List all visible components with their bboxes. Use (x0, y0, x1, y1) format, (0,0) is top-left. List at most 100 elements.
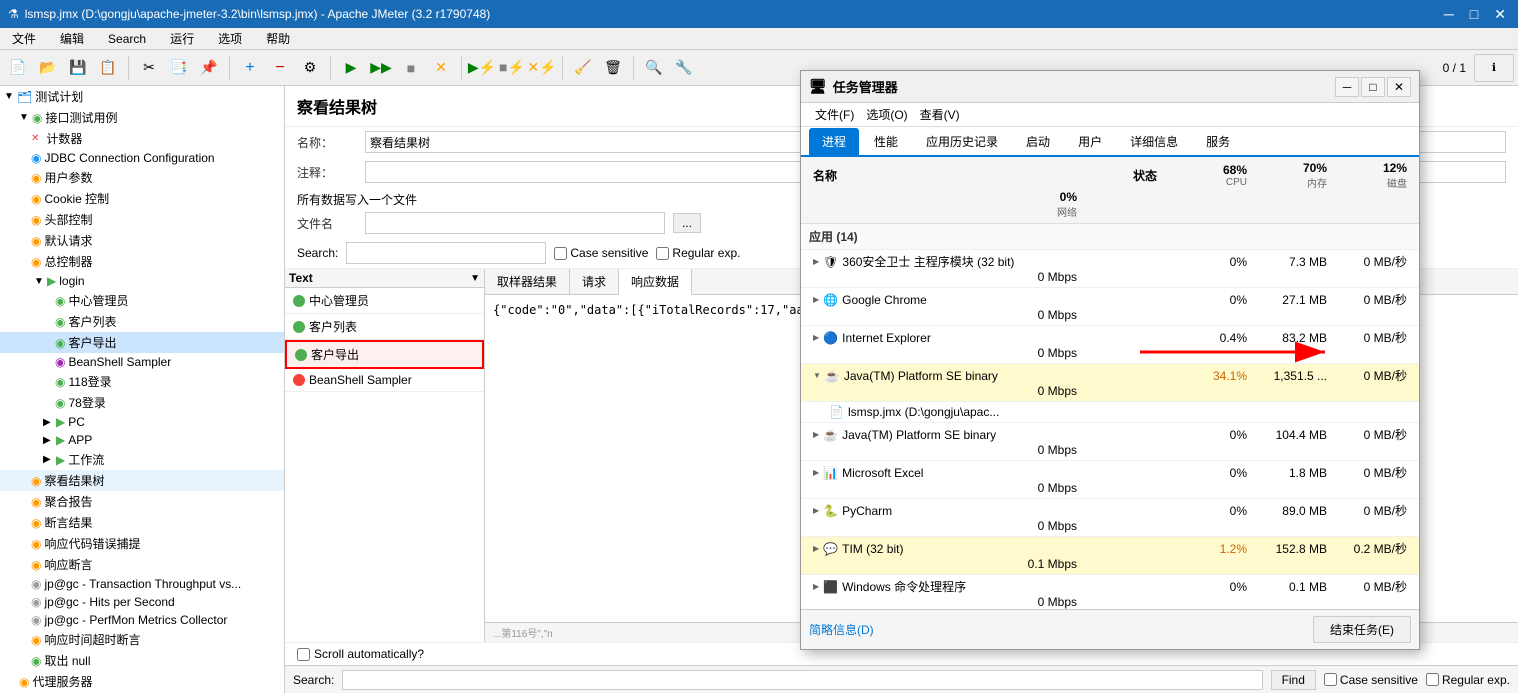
tm-tab-history[interactable]: 应用历史记录 (913, 128, 1011, 155)
counter-info-button[interactable]: ℹ (1474, 54, 1514, 82)
tm-tab-perf[interactable]: 性能 (861, 128, 911, 155)
tm-tab-details[interactable]: 详细信息 (1117, 128, 1191, 155)
result-item-admin[interactable]: 中心管理员 (285, 288, 484, 314)
expand-arrow-pc[interactable]: ▶ (43, 417, 53, 428)
browse-button[interactable]: 🔍 (640, 54, 668, 82)
tree-item-admin[interactable]: ◉ 中心管理员 (0, 290, 284, 311)
tab-sampler-result[interactable]: 取样器结果 (485, 269, 570, 294)
find-button[interactable]: Find (1271, 670, 1316, 690)
tree-item-proxy[interactable]: ◉ 代理服务器 (0, 671, 284, 692)
tree-item-root[interactable]: ▼ 🗂 测试计划 (0, 86, 284, 107)
menu-help[interactable]: 帮助 (262, 30, 294, 47)
add-button[interactable]: + (236, 54, 264, 82)
tree-item-total-ctrl[interactable]: ◉ 总控制器 (0, 251, 284, 272)
case-sensitive-checkbox[interactable] (554, 247, 567, 260)
tree-item-client-list[interactable]: ◉ 客户列表 (0, 311, 284, 332)
tm-row-cmd[interactable]: ▶⬛Windows 命令处理程序 0% 0.1 MB 0 MB/秒 0 Mbps (801, 575, 1419, 609)
paste-button[interactable]: 📌 (195, 54, 223, 82)
tm-menu-file[interactable]: 文件(F) (809, 106, 860, 123)
tm-row-java2[interactable]: ▶☕Java(TM) Platform SE binary 0% 104.4 M… (801, 423, 1419, 461)
regular-exp-checkbox[interactable] (656, 247, 669, 260)
tm-header-network[interactable]: 0% 网络 (809, 190, 1081, 219)
tm-row-pycharm[interactable]: ▶🐍PyCharm 0% 89.0 MB 0 MB/秒 0 Mbps (801, 499, 1419, 537)
tree-item-view-result[interactable]: ◉ 察看结果树 (0, 470, 284, 491)
tree-item-cookie[interactable]: ◉ Cookie 控制 (0, 188, 284, 209)
clear-all-button[interactable]: 🗑 (599, 54, 627, 82)
start-no-pause-button[interactable]: ▶▶ (367, 54, 395, 82)
tree-item-user-param[interactable]: ◉ 用户参数 (0, 167, 284, 188)
tm-menu-options[interactable]: 选项(O) (860, 106, 913, 123)
tm-summary-link[interactable]: 简略信息(D) (809, 621, 874, 638)
tree-item-client-export[interactable]: ◉ 客户导出 (0, 332, 284, 353)
start-button[interactable]: ▶ (337, 54, 365, 82)
case-sensitive-check[interactable]: Case sensitive (554, 246, 648, 260)
shutdown-button[interactable]: ✕ (427, 54, 455, 82)
menu-run[interactable]: 运行 (166, 30, 198, 47)
expand-arrow-interface[interactable]: ▼ (19, 112, 29, 123)
expand-arrow-root[interactable]: ▼ (4, 91, 14, 102)
column-dropdown-icon[interactable]: ▼ (470, 273, 480, 284)
tree-item-resp-time[interactable]: ◉ 响应时间超时断言 (0, 629, 284, 650)
tree-item-login[interactable]: ▼ ▶ login (0, 272, 284, 290)
cut-button[interactable]: ✂ (135, 54, 163, 82)
open-button[interactable]: 📂 (34, 54, 62, 82)
tree-item-app[interactable]: ▶ ▶ APP (0, 431, 284, 449)
tree-item-counter[interactable]: ✕ 计数器 (0, 128, 284, 149)
tree-item-workflow[interactable]: ▶ ▶ 工作流 (0, 449, 284, 470)
menu-options[interactable]: 选项 (214, 30, 246, 47)
tree-item-trans-throughput[interactable]: ◉ jp@gc - Transaction Throughput vs... (0, 575, 284, 593)
menu-search[interactable]: Search (104, 32, 150, 46)
tm-row-360[interactable]: ▶🛡360安全卫士 主程序模块 (32 bit) 0% 7.3 MB 0 MB/… (801, 250, 1419, 288)
tree-item-interface[interactable]: ▼ ◉ 接口测试用例 (0, 107, 284, 128)
settings-button[interactable]: ⚙ (296, 54, 324, 82)
bottom-search-input[interactable] (342, 670, 1262, 690)
tm-row-excel[interactable]: ▶📊Microsoft Excel 0% 1.8 MB 0 MB/秒 0 Mbp… (801, 461, 1419, 499)
expand-tri-cmd[interactable]: ▶ (813, 582, 819, 591)
tm-header-memory[interactable]: 70% 内存 (1251, 161, 1331, 190)
extra-button[interactable]: 🔧 (670, 54, 698, 82)
tab-request[interactable]: 请求 (570, 269, 619, 294)
tm-tab-services[interactable]: 服务 (1193, 128, 1243, 155)
tree-item-beanshell[interactable]: ◉ BeanShell Sampler (0, 353, 284, 371)
tree-item-perf-metrics[interactable]: ◉ jp@gc - PerfMon Metrics Collector (0, 611, 284, 629)
expand-tri-chrome[interactable]: ▶ (813, 295, 819, 304)
tm-header-disk[interactable]: 12% 磁盘 (1331, 161, 1411, 190)
regular-exp-check[interactable]: Regular exp. (656, 246, 740, 260)
expand-arrow-workflow[interactable]: ▶ (43, 454, 53, 465)
tm-close-button[interactable]: ✕ (1387, 77, 1411, 97)
copy-button[interactable]: 📑 (165, 54, 193, 82)
bottom-regular-exp[interactable]: Regular exp. (1426, 673, 1510, 687)
tm-menu-view[interactable]: 查看(V) (914, 106, 966, 123)
expand-tri-pycharm[interactable]: ▶ (813, 506, 819, 515)
tree-item-error-catch[interactable]: ◉ 响应代码错误捕提 (0, 533, 284, 554)
tree-item-pc[interactable]: ▶ ▶ PC (0, 413, 284, 431)
save-button[interactable]: 💾 (64, 54, 92, 82)
tm-row-chrome[interactable]: ▶🌐Google Chrome 0% 27.1 MB 0 MB/秒 0 Mbps (801, 288, 1419, 326)
tm-tab-startup[interactable]: 启动 (1013, 128, 1063, 155)
tm-row-java1[interactable]: ▼☕Java(TM) Platform SE binary 34.1% 1,35… (801, 364, 1419, 402)
tree-item-hits-per-sec[interactable]: ◉ jp@gc - Hits per Second (0, 593, 284, 611)
result-item-client-list[interactable]: 客户列表 (285, 314, 484, 340)
clear-button[interactable]: 🧹 (569, 54, 597, 82)
expand-tri-tim[interactable]: ▶ (813, 544, 819, 553)
expand-arrow-login[interactable]: ▼ (34, 276, 44, 287)
tm-header-cpu[interactable]: 68% CPU (1161, 163, 1251, 188)
minimize-button[interactable]: ─ (1440, 6, 1458, 23)
expand-tri-java2[interactable]: ▶ (813, 430, 819, 439)
tm-minimize-button[interactable]: ─ (1335, 77, 1359, 97)
remote-stop-button[interactable]: ■⚡ (498, 54, 526, 82)
expand-tri-ie[interactable]: ▶ (813, 333, 819, 342)
bottom-case-sensitive[interactable]: Case sensitive (1324, 673, 1418, 687)
menu-file[interactable]: 文件 (8, 30, 40, 47)
tree-item-78login[interactable]: ◉ 78登录 (0, 392, 284, 413)
filename-input[interactable] (365, 212, 665, 234)
tree-item-header[interactable]: ◉ 头部控制 (0, 209, 284, 230)
tm-end-task-button[interactable]: 结束任务(E) (1313, 616, 1411, 643)
tree-item-jdbc[interactable]: ◉ JDBC Connection Configuration (0, 149, 284, 167)
expand-tri-excel[interactable]: ▶ (813, 468, 819, 477)
tab-response-data[interactable]: 响应数据 (619, 269, 692, 295)
search-input[interactable] (346, 242, 546, 264)
tree-item-118login[interactable]: ◉ 118登录 (0, 371, 284, 392)
tree-item-default-req[interactable]: ◉ 默认请求 (0, 230, 284, 251)
tree-item-agg-report[interactable]: ◉ 聚合报告 (0, 491, 284, 512)
